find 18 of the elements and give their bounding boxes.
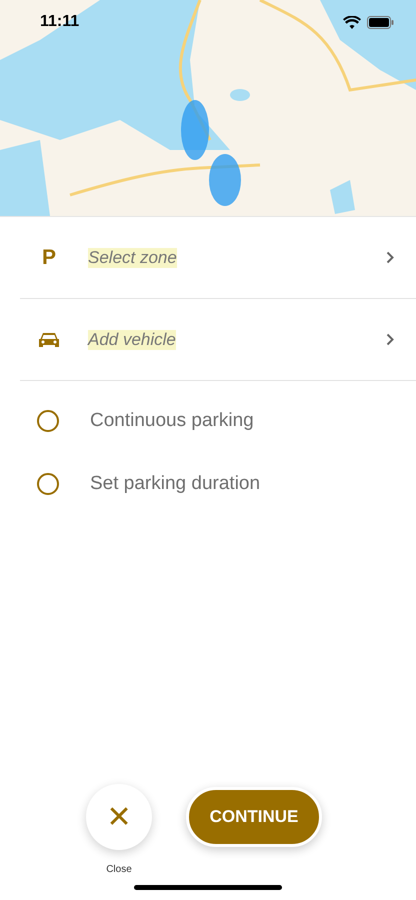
- battery-icon: [367, 16, 394, 28]
- car-icon: [39, 332, 59, 348]
- radio-button[interactable]: [37, 410, 59, 432]
- list-row[interactable]: P Select zone: [20, 217, 416, 299]
- list-row[interactable]: Add vehicle: [20, 299, 416, 381]
- row-placeholder: Select zone: [88, 248, 177, 268]
- status-time: 11:11: [40, 13, 80, 31]
- continue-button[interactable]: CONTINUE: [186, 787, 322, 847]
- chevron-icon: [386, 251, 394, 264]
- parking-icon: P: [39, 246, 59, 270]
- chevron-icon: [386, 333, 394, 346]
- radio-button[interactable]: [37, 472, 59, 494]
- close-label: Close: [106, 864, 132, 875]
- row-placeholder: Add vehicle: [88, 330, 176, 350]
- option-label: Set parking duration: [90, 472, 260, 494]
- option-label: Continuous parking: [90, 410, 254, 432]
- wifi-icon: [343, 16, 361, 28]
- close-button[interactable]: ✕: [86, 784, 152, 850]
